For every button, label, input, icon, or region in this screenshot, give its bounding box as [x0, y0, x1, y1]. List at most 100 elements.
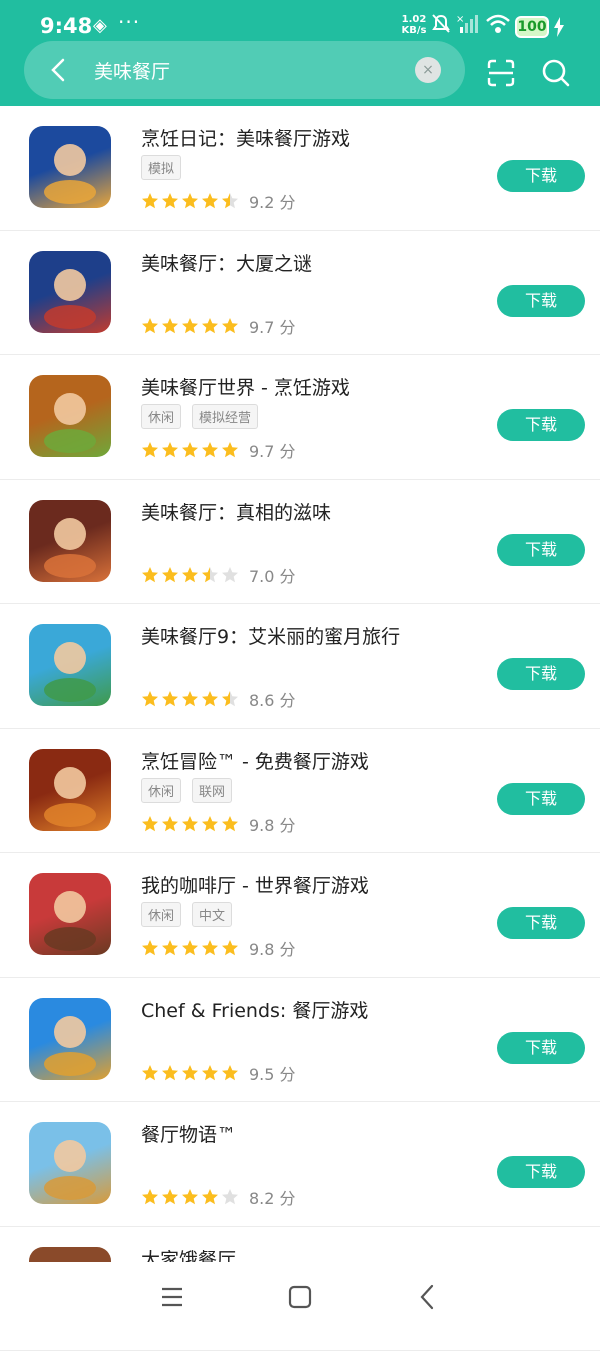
- app-rating: 9.5 分: [141, 1061, 296, 1081]
- star-icon: [221, 566, 239, 584]
- app-title[interactable]: 美味餐厅：大厦之谜: [141, 249, 312, 276]
- star-icon: [161, 1064, 179, 1082]
- list-item[interactable]: 烹饪日记：美味餐厅游戏模拟 9.2 分 下载: [0, 106, 600, 231]
- clear-search-icon[interactable]: ×: [415, 57, 441, 83]
- app-rating: 9.7 分: [141, 314, 296, 334]
- app-icon[interactable]: [29, 375, 111, 457]
- home-icon[interactable]: [285, 1282, 315, 1312]
- app-rating: 9.2 分: [141, 189, 296, 209]
- download-button[interactable]: 下载: [497, 534, 585, 566]
- app-icon[interactable]: [29, 624, 111, 706]
- search-icon[interactable]: [541, 58, 571, 88]
- list-item[interactable]: 美味餐厅世界 - 烹饪游戏休闲模拟经营 9.7 分 下载: [0, 355, 600, 480]
- app-tags: 休闲模拟经营: [141, 404, 269, 429]
- star-icon: [161, 1188, 179, 1206]
- star-icon: [181, 1064, 199, 1082]
- star-icon: [161, 815, 179, 833]
- download-button[interactable]: 下载: [497, 658, 585, 690]
- star-icon: [161, 939, 179, 957]
- app-icon[interactable]: [29, 998, 111, 1080]
- app-tags: 休闲联网: [141, 778, 243, 803]
- download-button[interactable]: 下载: [497, 1156, 585, 1188]
- svg-text:×: ×: [456, 14, 464, 25]
- app-score: 9.7 分: [249, 438, 296, 462]
- menu-icon[interactable]: [157, 1282, 187, 1312]
- app-score: 9.5 分: [249, 1061, 296, 1085]
- star-icon: [221, 939, 239, 957]
- app-icon[interactable]: [29, 1122, 111, 1204]
- list-item[interactable]: 美味餐厅：真相的滋味 7.0 分 下载: [0, 480, 600, 605]
- app-icon[interactable]: [29, 873, 111, 955]
- star-icon: [221, 317, 239, 335]
- star-icon: [181, 815, 199, 833]
- search-bar[interactable]: 美味餐厅 ×: [24, 41, 465, 99]
- battery-level: 100: [517, 18, 547, 36]
- star-icon: [201, 1064, 219, 1082]
- app-tag: 模拟: [141, 155, 181, 180]
- app-icon[interactable]: [29, 749, 111, 831]
- star-icon: [201, 441, 219, 459]
- star-icon: [201, 815, 219, 833]
- app-title[interactable]: Chef & Friends: 餐厅游戏: [141, 996, 368, 1023]
- star-icon: [161, 566, 179, 584]
- download-button[interactable]: 下载: [497, 160, 585, 192]
- app-score: 9.7 分: [249, 314, 296, 338]
- star-icon: [201, 1188, 219, 1206]
- app-score: 9.8 分: [249, 812, 296, 836]
- app-rating: 9.7 分: [141, 438, 296, 458]
- search-input[interactable]: 美味餐厅: [94, 57, 170, 84]
- star-icon: [141, 815, 159, 833]
- app-title[interactable]: 我的咖啡厅 - 世界餐厅游戏: [141, 871, 369, 898]
- list-item[interactable]: 美味餐厅9：艾米丽的蜜月旅行8.6 分下载: [0, 604, 600, 729]
- mute-bell-icon: [431, 13, 451, 35]
- app-tag: 联网: [192, 778, 232, 803]
- list-item[interactable]: Chef & Friends: 餐厅游戏 9.5 分 下载: [0, 978, 600, 1103]
- more-notifications-icon: ···: [118, 10, 140, 34]
- star-icon: [161, 441, 179, 459]
- star-icon: [221, 441, 239, 459]
- back-icon[interactable]: [413, 1282, 443, 1312]
- search-results-list: 烹饪日记：美味餐厅游戏模拟9.2 分下载美味餐厅：大厦之谜9.7 分下载美味餐厅…: [0, 106, 600, 1351]
- star-icon: [141, 317, 159, 335]
- star-icon: [221, 815, 239, 833]
- star-icon: [141, 441, 159, 459]
- download-button[interactable]: 下载: [497, 783, 585, 815]
- download-button[interactable]: 下载: [497, 285, 585, 317]
- app-icon[interactable]: [29, 251, 111, 333]
- scan-icon[interactable]: [486, 58, 516, 88]
- charging-icon: [553, 17, 565, 37]
- download-button[interactable]: 下载: [497, 409, 585, 441]
- star-icon: [141, 1188, 159, 1206]
- list-item[interactable]: 烹饪冒险™ - 免费餐厅游戏休闲联网9.8 分下载: [0, 729, 600, 854]
- app-title[interactable]: 美味餐厅：真相的滋味: [141, 498, 331, 525]
- list-item[interactable]: 我的咖啡厅 - 世界餐厅游戏休闲中文9.8 分 下载: [0, 853, 600, 978]
- app-title[interactable]: 美味餐厅世界 - 烹饪游戏: [141, 373, 350, 400]
- app-rating: 9.8 分: [141, 812, 296, 832]
- app-title[interactable]: 餐厅物语™: [141, 1120, 236, 1147]
- app-tag: 模拟经营: [192, 404, 258, 429]
- star-icon: [161, 192, 179, 210]
- star-icon: [181, 441, 199, 459]
- back-arrow-icon[interactable]: [46, 57, 72, 83]
- network-speed: 1.02 KB/s: [398, 14, 430, 36]
- app-score: 9.2 分: [249, 189, 296, 213]
- app-tags: 休闲中文: [141, 902, 243, 927]
- app-score: 7.0 分: [249, 563, 296, 587]
- app-title[interactable]: 烹饪日记：美味餐厅游戏: [141, 124, 350, 151]
- app-tag: 休闲: [141, 404, 181, 429]
- star-icon: [181, 939, 199, 957]
- system-navigation-bar: [0, 1262, 600, 1333]
- app-score: 9.8 分: [249, 936, 296, 960]
- app-icon[interactable]: [29, 500, 111, 582]
- list-item[interactable]: 美味餐厅：大厦之谜 9.7 分 下载: [0, 231, 600, 356]
- app-title[interactable]: 美味餐厅9：艾米丽的蜜月旅行: [141, 622, 400, 649]
- download-button[interactable]: 下载: [497, 1032, 585, 1064]
- app-title[interactable]: 烹饪冒险™ - 免费餐厅游戏: [141, 747, 369, 774]
- list-item[interactable]: 餐厅物语™8.2 分下载: [0, 1102, 600, 1227]
- star-icon: [141, 939, 159, 957]
- star-icon: [221, 1064, 239, 1082]
- app-icon[interactable]: [29, 126, 111, 208]
- star-icon: [161, 317, 179, 335]
- download-button[interactable]: 下载: [497, 907, 585, 939]
- app-tag: 中文: [192, 902, 232, 927]
